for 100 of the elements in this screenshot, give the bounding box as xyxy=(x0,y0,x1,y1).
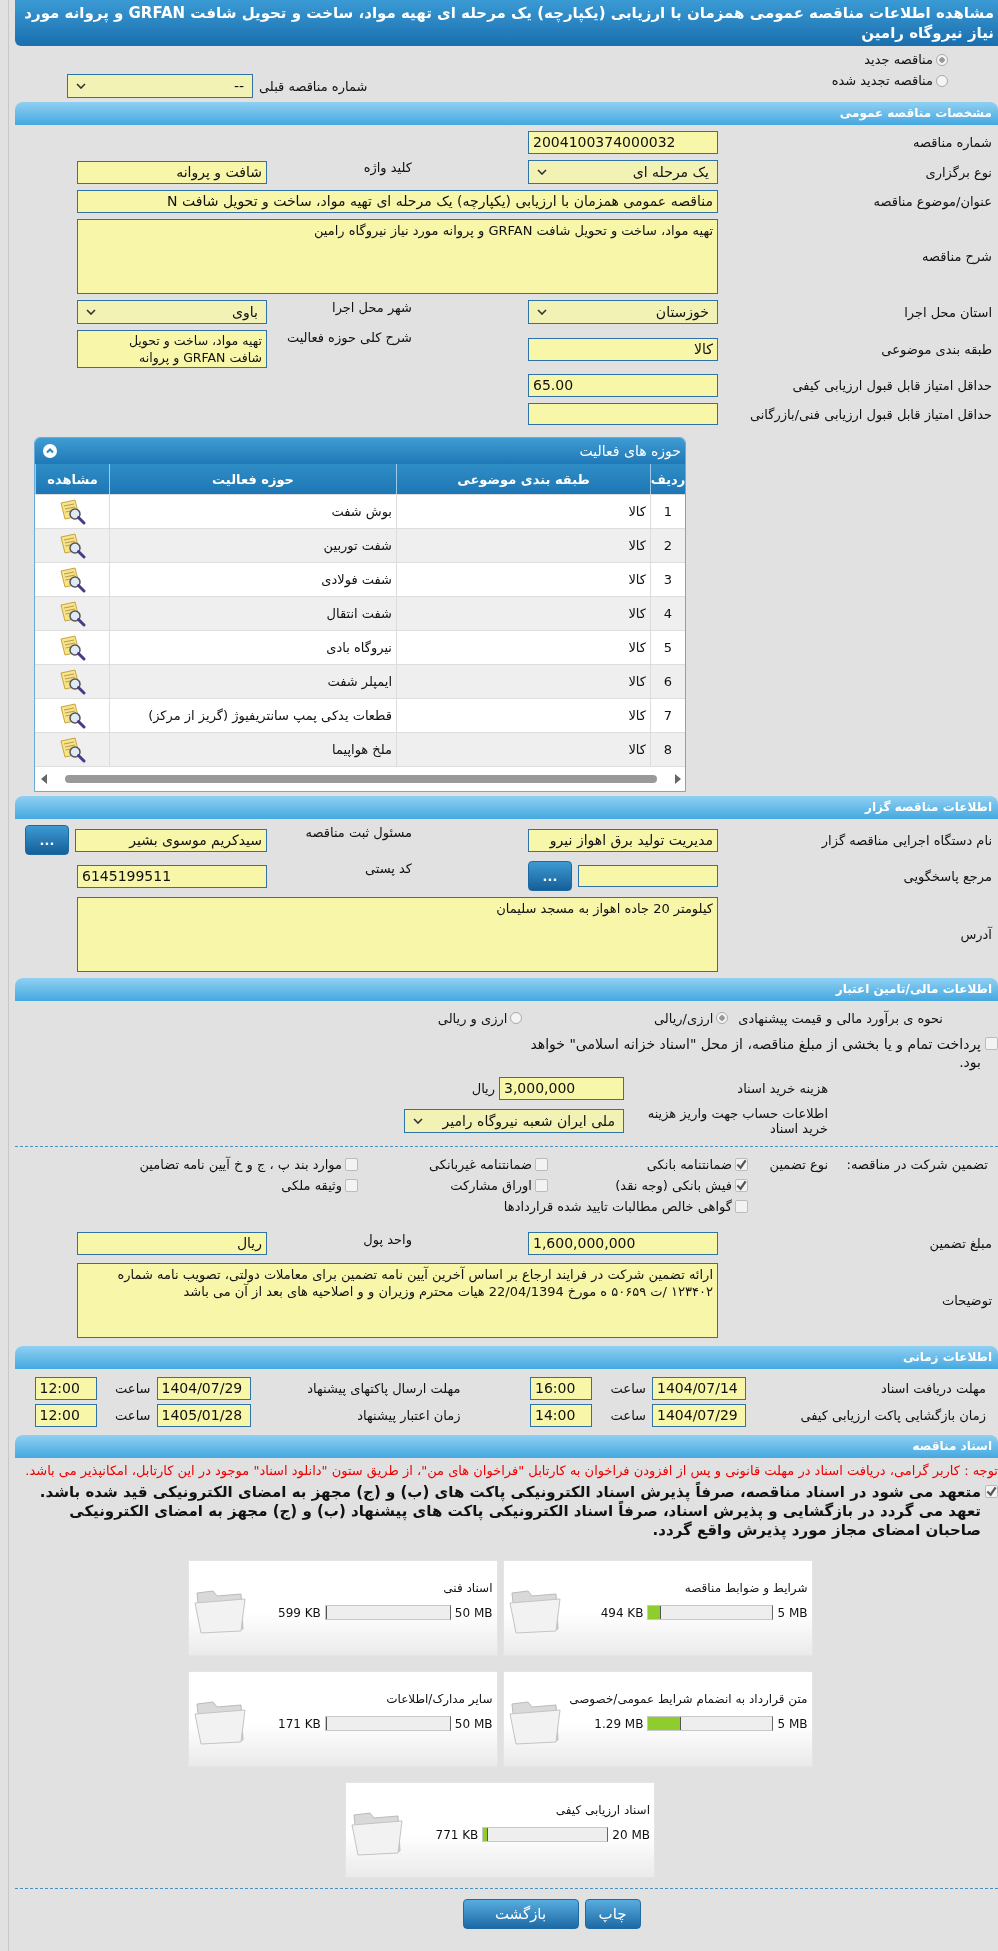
field-label: نوع تضمین xyxy=(768,1157,828,1175)
browse-button[interactable]: ... xyxy=(25,825,69,855)
checkbox-label: وثیقه ملکی xyxy=(281,1178,342,1193)
document-magnifier-icon[interactable] xyxy=(58,532,86,559)
chevron-down-icon xyxy=(537,309,547,315)
text-field[interactable]: مدیریت تولید برق اهواز نیرو xyxy=(528,828,718,852)
text-area[interactable]: کیلومتر 20 جاده اهواز به مسجد سلیمان xyxy=(77,897,718,972)
column-header: طبقه بندی موضوعی xyxy=(396,464,650,494)
chevron-down-icon xyxy=(537,169,547,175)
dropdown[interactable]: خوزستان xyxy=(528,300,718,324)
checkbox-label: اوراق مشارکت xyxy=(450,1178,532,1193)
field-label: ساعت xyxy=(114,1381,152,1396)
checkbox[interactable] xyxy=(535,1158,548,1171)
document-magnifier-icon[interactable] xyxy=(58,498,86,525)
time-field[interactable]: 12:00 xyxy=(34,1377,97,1400)
field-label: ساعت xyxy=(609,1381,647,1396)
field-label: حداقل امتیاز قابل قبول ارزیابی فنی/بازرگانی xyxy=(748,406,993,422)
document-name: اسناد ارزیابی کیفی xyxy=(554,1803,650,1817)
text-field[interactable]: مناقصه عمومی همزمان با ارزیابی (یکپارچه) یک مرحله ای تهیه مواد، ساخت و تحویل شافت N xyxy=(77,190,718,213)
document-name: سایر مدارک/اطلاعات xyxy=(385,1692,493,1706)
field-label: کلید واژه xyxy=(362,160,413,175)
document-magnifier-icon[interactable] xyxy=(58,702,86,729)
dropdown[interactable]: یک مرحله ای xyxy=(528,160,718,184)
back-button[interactable]: بازگشت xyxy=(462,1899,579,1929)
file-size: 171 KB xyxy=(278,1716,321,1731)
checkbox-label: متعهد می شود در اسناد مناقصه، صرفاً پذیرش اسناد الکترونیکی پاکت های (ب) و (ج) مجهز به امضای الکترونیکی قید شده باشد. تعهد می گردد در بازگشایی و پذیرش اسناد، صرفاً اسناد الکترونیکی پاکت های پیشنهاد (ب) و (ج) مجهز به امضای الکترونیکی صاحبان امضای مجاز مورد پذیرش واقع گردد. xyxy=(38,1483,981,1540)
field-label: ساعت xyxy=(609,1408,647,1423)
text-field[interactable] xyxy=(528,403,718,425)
date-field[interactable]: 1404/07/14 xyxy=(652,1377,746,1400)
table-cell: ملخ هواپیما xyxy=(109,733,396,766)
checkbox[interactable] xyxy=(985,1037,998,1050)
text-field[interactable]: 1,600,000,000 xyxy=(528,1232,718,1255)
text-field[interactable]: 6145199511 xyxy=(77,864,267,888)
print-button[interactable]: چاپ xyxy=(584,1899,641,1929)
text-field[interactable]: شافت و پروانه xyxy=(77,160,267,184)
size-limit: 5 MB xyxy=(777,1605,808,1620)
text-area[interactable]: تهیه مواد، ساخت و تحویل شافت GRFAN و پروانه مورد نیاز نیروگاه رامین xyxy=(77,219,718,294)
text-field[interactable] xyxy=(578,865,718,887)
checkbox-label: پرداخت تمام و یا بخشی از مبلغ مناقصه، از محل "اسناد خزانه اسلامی" خواهد بود. xyxy=(529,1035,981,1071)
field-label: نوع برگزاری xyxy=(924,164,993,180)
checkbox[interactable] xyxy=(735,1179,748,1192)
dropdown[interactable]: ملی ایران شعبه نیروگاه رامیر xyxy=(404,1109,624,1133)
date-field[interactable]: 1405/01/28 xyxy=(156,1404,251,1427)
checkbox[interactable] xyxy=(345,1179,358,1192)
text-field[interactable]: سیدکریم موسوی بشیر xyxy=(75,828,267,852)
checkbox[interactable] xyxy=(735,1200,748,1213)
time-field[interactable]: 12:00 xyxy=(34,1404,97,1427)
section-header: اطلاعات مناقصه گزار xyxy=(15,796,998,819)
time-field[interactable]: 14:00 xyxy=(530,1404,592,1427)
text-field[interactable]: 65.00 xyxy=(528,374,718,397)
checkbox[interactable] xyxy=(345,1158,358,1171)
text-field[interactable]: ریال xyxy=(77,1232,267,1255)
browse-button[interactable]: ... xyxy=(528,861,572,891)
date-field[interactable]: 1404/07/29 xyxy=(652,1404,746,1427)
file-size: 1.29 MB xyxy=(594,1716,644,1731)
date-field[interactable]: 1404/07/29 xyxy=(156,1377,251,1400)
document-magnifier-icon[interactable] xyxy=(58,668,86,695)
text-field[interactable]: 2004100374000032 xyxy=(528,131,718,154)
document-magnifier-icon[interactable] xyxy=(58,566,86,593)
text-field[interactable]: کالا xyxy=(528,337,718,361)
table-cell: شفت توربین xyxy=(109,529,396,562)
table-cell: کالا xyxy=(396,495,650,528)
field-label: مبلغ تضمین xyxy=(928,1236,993,1251)
field-label: هزینه خرید اسناد xyxy=(736,1081,828,1096)
time-field[interactable]: 16:00 xyxy=(530,1377,592,1400)
radio-button[interactable] xyxy=(936,74,948,87)
file-size: 494 KB xyxy=(600,1605,644,1620)
radio-button[interactable] xyxy=(716,1012,729,1024)
collapse-icon[interactable] xyxy=(43,444,57,458)
checkbox[interactable] xyxy=(985,1485,998,1498)
checkbox-label: ضمانتنامه بانکی xyxy=(646,1157,732,1172)
field-label: نام دستگاه اجرایی مناقصه گزار xyxy=(820,832,993,848)
field-label: شرح کلی حوزه فعالیت xyxy=(285,330,413,345)
table-cell: 1 xyxy=(650,495,685,528)
field-label: ساعت xyxy=(114,1408,152,1423)
chevron-down-icon xyxy=(413,1118,423,1124)
column-header: حوزه فعالیت xyxy=(109,464,396,494)
table-cell: 2 xyxy=(650,529,685,562)
radio-button[interactable] xyxy=(510,1012,523,1024)
section-header: اطلاعات زمانی xyxy=(15,1346,998,1369)
dropdown[interactable]: باوی xyxy=(77,300,267,324)
field-label: مهلت ارسال پاکتهای پیشنهاد xyxy=(306,1381,462,1396)
field-label: شرح مناقصه xyxy=(921,249,993,264)
size-limit: 50 MB xyxy=(454,1605,493,1620)
table-cell: 5 xyxy=(650,631,685,664)
radio-label: ارزی/ریالی xyxy=(653,1010,714,1026)
document-magnifier-icon[interactable] xyxy=(58,634,86,661)
document-magnifier-icon[interactable] xyxy=(58,600,86,627)
checkbox[interactable] xyxy=(535,1179,548,1192)
field-label: توضیحات xyxy=(941,1293,993,1308)
chevron-down-icon xyxy=(86,309,96,315)
document-magnifier-icon[interactable] xyxy=(58,736,86,763)
radio-button[interactable] xyxy=(936,53,948,66)
table-cell: کالا xyxy=(396,563,650,596)
text-area[interactable]: ارائه تضمین شرکت در فرایند ارجاع بر اساس آخرین آیین نامه تضمین برای معاملات دولتی، تصویب نامه شماره ۱۲۳۴۰۲ /ت ۵۰۶۵۹ ه مورخ 22/04/1394 هیات محترم وزیران و و اصلاحیه های بعد از آن می باشد xyxy=(77,1263,718,1338)
checkbox[interactable] xyxy=(735,1158,748,1171)
dropdown[interactable]: -- xyxy=(67,74,253,98)
text-area[interactable]: تهیه مواد، ساخت و تحویل شافت GRFAN و پروانه xyxy=(77,330,267,368)
field-label: عنوان/موضوع مناقصه xyxy=(872,194,993,209)
text-field[interactable]: 3,000,000 xyxy=(499,1077,624,1100)
